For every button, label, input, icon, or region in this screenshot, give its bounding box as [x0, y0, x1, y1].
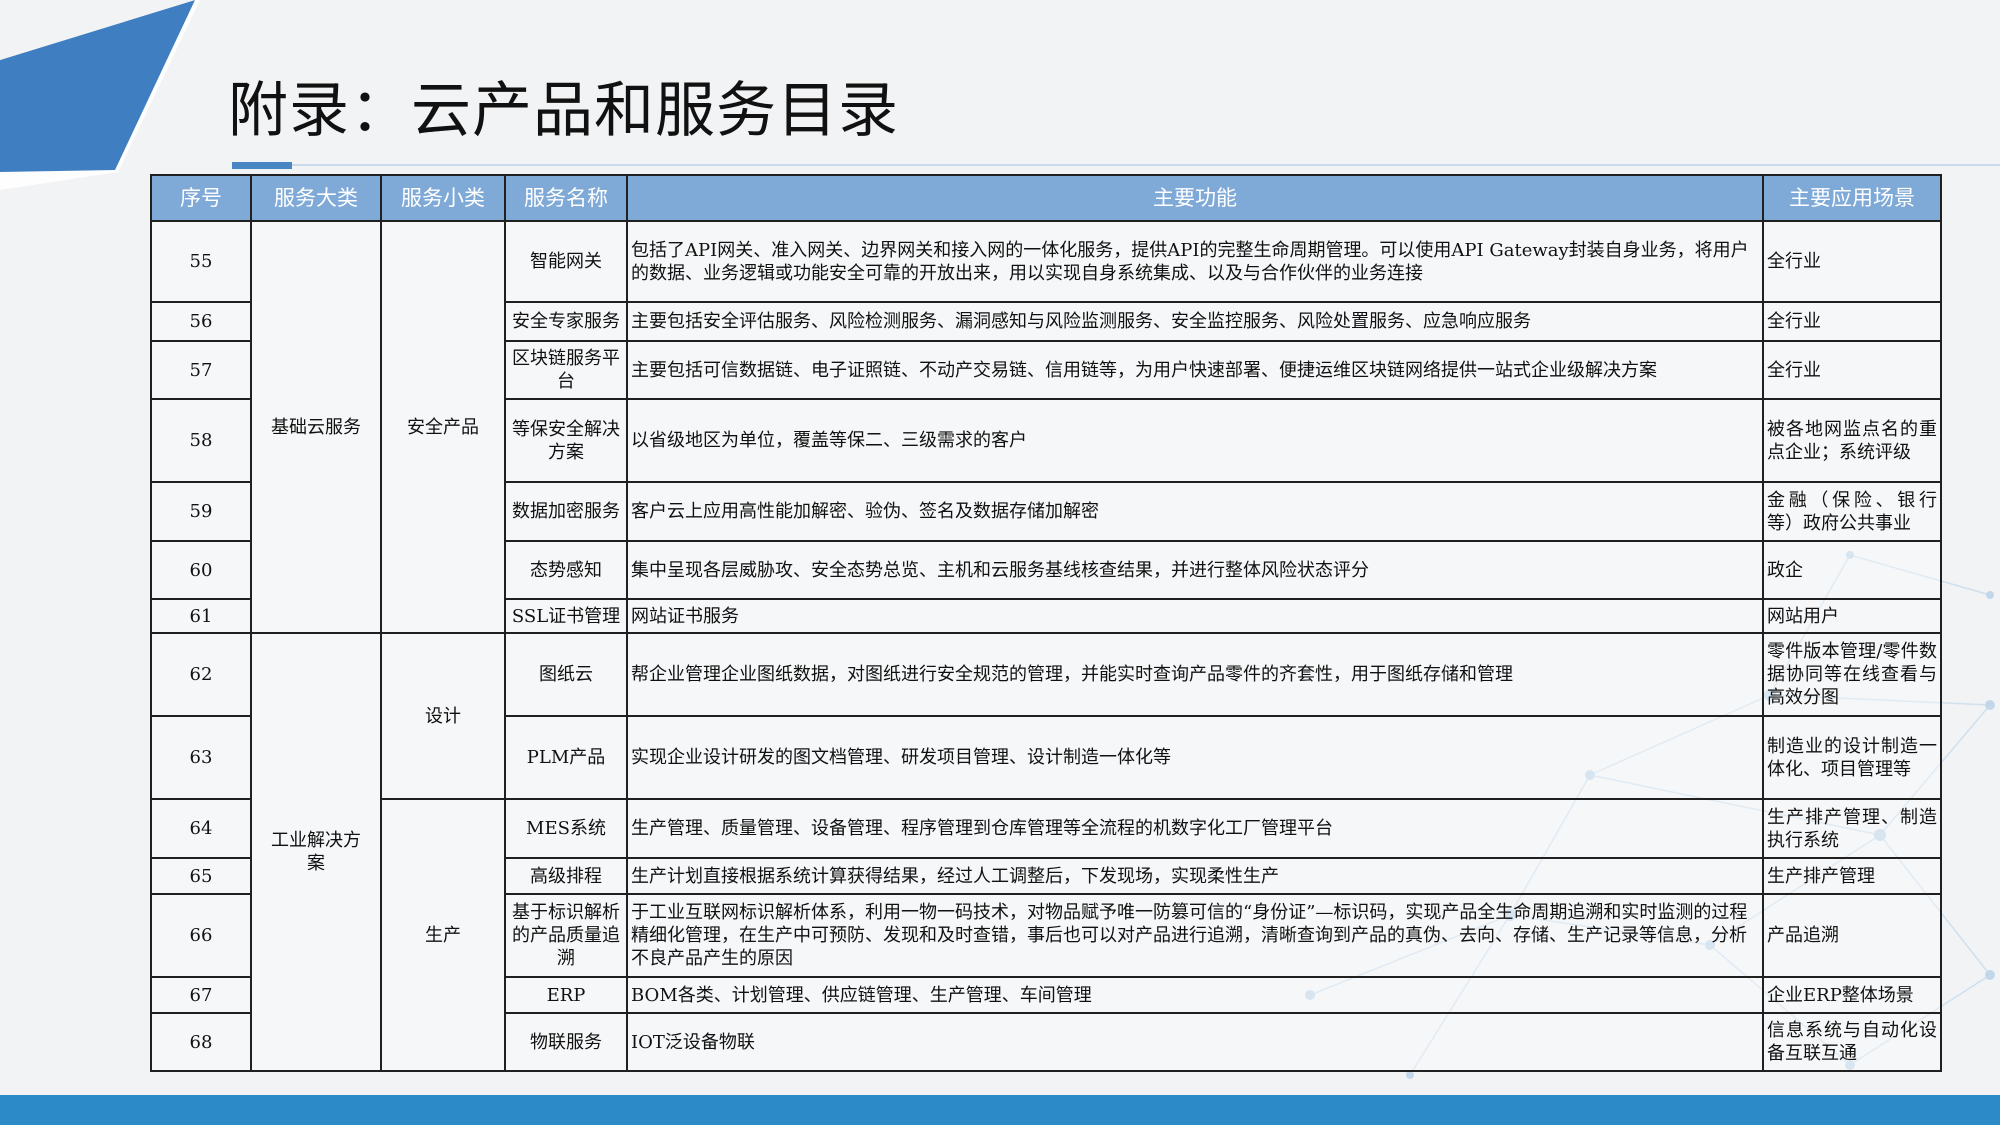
row-number: 55 — [150, 220, 252, 303]
main-function: 集中呈现各层威胁攻、安全态势总览、主机和云服务基线核查结果，并进行整体风险状态评… — [626, 540, 1764, 600]
service-name: 数据加密服务 — [504, 481, 628, 542]
main-function: IOT泛设备物联 — [626, 1012, 1764, 1072]
category-cell: 工业解决方案 — [250, 632, 382, 1072]
col-header-seq: 序号 — [150, 174, 252, 222]
application-scenario: 制造业的设计制造一体化、项目管理等 — [1762, 715, 1942, 800]
row-number: 56 — [150, 301, 252, 342]
row-number: 62 — [150, 632, 252, 717]
main-function: 帮企业管理企业图纸数据，对图纸进行安全规范的管理，并能实时查询产品零件的齐套性，… — [626, 632, 1764, 717]
row-number: 58 — [150, 398, 252, 483]
subcategory-cell: 安全产品 — [380, 220, 506, 634]
row-number: 64 — [150, 798, 252, 859]
main-function: 主要包括可信数据链、电子证照链、不动产交易链、信用链等，为用户快速部署、便捷运维… — [626, 340, 1764, 400]
service-name: ERP — [504, 976, 628, 1014]
main-function: 以省级地区为单位，覆盖等保二、三级需求的客户 — [626, 398, 1764, 483]
service-name: PLM产品 — [504, 715, 628, 800]
table-row: 62 工业解决方案 设计 图纸云 帮企业管理企业图纸数据，对图纸进行安全规范的管… — [150, 632, 1942, 1072]
table-row: 64 生产 MES系统 生产管理、质量管理、设备管理、程序管理到仓库管理等全流程… — [150, 798, 1942, 1072]
service-name: 区块链服务平台 — [504, 340, 628, 400]
row-number: 60 — [150, 540, 252, 600]
subcategory-cell: 生产 — [380, 798, 506, 1072]
row-number: 61 — [150, 598, 252, 634]
application-scenario: 全行业 — [1762, 220, 1942, 303]
main-function: 于工业互联网标识解析体系，利用一物一码技术，对物品赋予唯一防篡可信的“身份证”—… — [626, 893, 1764, 978]
table-header-row: 序号 服务大类 服务小类 服务名称 主要功能 主要应用场景 — [150, 174, 1942, 222]
application-scenario: 生产排产管理 — [1762, 857, 1942, 895]
row-number: 68 — [150, 1012, 252, 1072]
application-scenario: 被各地网监点名的重点企业；系统评级 — [1762, 398, 1942, 483]
row-number: 66 — [150, 893, 252, 978]
col-header-scenario: 主要应用场景 — [1762, 174, 1942, 222]
application-scenario: 全行业 — [1762, 301, 1942, 342]
bottom-bar — [0, 1095, 2000, 1125]
category-cell: 基础云服务 — [250, 220, 382, 634]
application-scenario: 全行业 — [1762, 340, 1942, 400]
application-scenario: 生产排产管理、制造执行系统 — [1762, 798, 1942, 859]
row-number: 57 — [150, 340, 252, 400]
row-number: 67 — [150, 976, 252, 1014]
row-number: 63 — [150, 715, 252, 800]
col-header-service-name: 服务名称 — [504, 174, 628, 222]
main-function: 主要包括安全评估服务、风险检测服务、漏洞感知与风险监测服务、安全监控服务、风险处… — [626, 301, 1764, 342]
col-header-main-function: 主要功能 — [626, 174, 1764, 222]
application-scenario: 产品追溯 — [1762, 893, 1942, 978]
row-number: 59 — [150, 481, 252, 542]
main-function: 包括了API网关、准入网关、边界网关和接入网的一体化服务，提供API的完整生命周… — [626, 220, 1764, 303]
col-header-category: 服务大类 — [250, 174, 382, 222]
service-name: 智能网关 — [504, 220, 628, 303]
main-function: 网站证书服务 — [626, 598, 1764, 634]
corner-decoration — [0, 0, 200, 190]
page-title: 附录：云产品和服务目录 — [228, 76, 899, 146]
main-function: 实现企业设计研发的图文档管理、研发项目管理、设计制造一体化等 — [626, 715, 1764, 800]
main-function: BOM各类、计划管理、供应链管理、生产管理、车间管理 — [626, 976, 1764, 1014]
service-name: 物联服务 — [504, 1012, 628, 1072]
table-row: 55 基础云服务 安全产品 智能网关 包括了API网关、准入网关、边界网关和接入… — [150, 220, 1942, 634]
col-header-subcategory: 服务小类 — [380, 174, 506, 222]
row-number: 65 — [150, 857, 252, 895]
application-scenario: 信息系统与自动化设备互联互通 — [1762, 1012, 1942, 1072]
service-name: 高级排程 — [504, 857, 628, 895]
title-underline — [232, 162, 2000, 170]
application-scenario: 零件版本管理/零件数据协同等在线查看与高效分图 — [1762, 632, 1942, 717]
application-scenario: 政企 — [1762, 540, 1942, 600]
application-scenario: 网站用户 — [1762, 598, 1942, 634]
main-function: 生产管理、质量管理、设备管理、程序管理到仓库管理等全流程的机数字化工厂管理平台 — [626, 798, 1764, 859]
service-name: 图纸云 — [504, 632, 628, 717]
service-name: 安全专家服务 — [504, 301, 628, 342]
subcategory-cell: 设计 — [380, 632, 506, 800]
application-scenario: 金融（保险、银行等）政府公共事业 — [1762, 481, 1942, 542]
service-name: MES系统 — [504, 798, 628, 859]
service-name: SSL证书管理 — [504, 598, 628, 634]
application-scenario: 企业ERP整体场景 — [1762, 976, 1942, 1014]
service-name: 等保安全解决方案 — [504, 398, 628, 483]
service-name: 态势感知 — [504, 540, 628, 600]
service-catalog-table: 序号 服务大类 服务小类 服务名称 主要功能 主要应用场景 55 基础云服务 安… — [150, 174, 1942, 1072]
service-name: 基于标识解析的产品质量追溯 — [504, 893, 628, 978]
main-function: 生产计划直接根据系统计算获得结果，经过人工调整后，下发现场，实现柔性生产 — [626, 857, 1764, 895]
main-function: 客户云上应用高性能加解密、验伪、签名及数据存储加解密 — [626, 481, 1764, 542]
